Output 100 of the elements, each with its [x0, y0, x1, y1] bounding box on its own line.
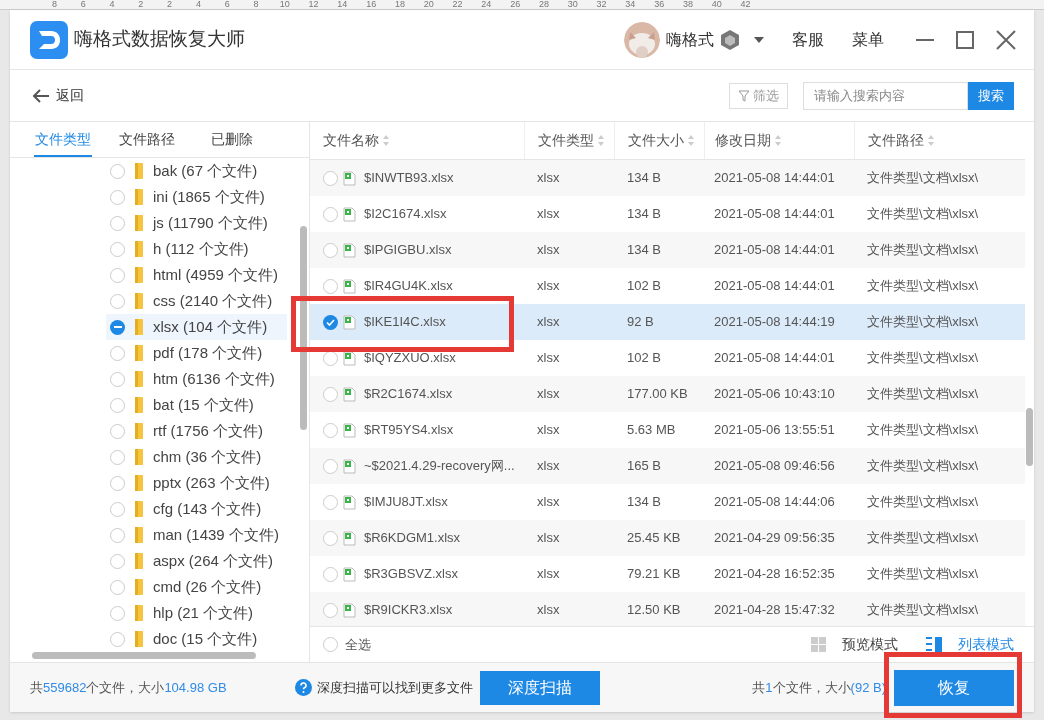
file-type-item[interactable]: doc (15 个文件): [106, 626, 287, 648]
file-type-item[interactable]: hlp (21 个文件): [106, 600, 287, 626]
file-type-item[interactable]: bak (67 个文件): [106, 158, 287, 184]
file-type-item[interactable]: js (11790 个文件): [106, 210, 287, 236]
radio-button[interactable]: [323, 494, 338, 510]
file-type-item[interactable]: chm (36 个文件): [106, 444, 287, 470]
sort-icon[interactable]: [688, 135, 694, 146]
radio-button[interactable]: [323, 278, 338, 294]
file-type-item[interactable]: man (1439 个文件): [106, 522, 287, 548]
user-name[interactable]: 嗨格式: [666, 27, 714, 52]
radio-button[interactable]: [323, 170, 338, 186]
file-type-item[interactable]: pdf (178 个文件): [106, 340, 287, 366]
column-header[interactable]: 文件路径: [854, 122, 1025, 159]
maximize-icon[interactable]: [956, 30, 974, 49]
radio-button[interactable]: [323, 242, 338, 258]
radio-button[interactable]: [110, 267, 125, 283]
radio-button[interactable]: [110, 189, 125, 205]
minimize-icon[interactable]: [916, 38, 934, 41]
radio-button[interactable]: [110, 319, 125, 335]
file-row[interactable]: $INWTB93.xlsx xlsx 134 B 2021-05-08 14:44:01 文件类型\文档\xlsx\: [310, 160, 1025, 196]
column-header[interactable]: 文件类型: [524, 122, 614, 159]
folder-icon: [135, 189, 143, 205]
radio-button[interactable]: [323, 530, 338, 546]
radio-button[interactable]: [323, 422, 338, 438]
menu-link[interactable]: 客服: [792, 27, 824, 52]
radio-button[interactable]: [110, 475, 125, 491]
radio-button[interactable]: [110, 423, 125, 439]
radio-button[interactable]: [110, 527, 125, 543]
sort-icon[interactable]: [383, 135, 389, 146]
file-type-item[interactable]: rtf (1756 个文件): [106, 418, 287, 444]
select-all-checkbox[interactable]: 全选: [323, 634, 371, 655]
radio-button[interactable]: [323, 458, 338, 474]
radio-button[interactable]: [110, 501, 125, 517]
table-cell: 文件类型\文档\xlsx\: [867, 242, 979, 258]
file-type-item[interactable]: bat (15 个文件): [106, 392, 287, 418]
folder-icon: [135, 319, 143, 335]
radio-button[interactable]: [110, 579, 125, 595]
file-row[interactable]: $IPGIGBU.xlsx xlsx 134 B 2021-05-08 14:44:01 文件类型\文档\xlsx\: [310, 232, 1025, 268]
back-button[interactable]: 返回: [32, 85, 84, 106]
file-row[interactable]: $R6KDGM1.xlsx xlsx 25.45 KB 2021-04-29 09:56:35 文件类型\文档\xlsx\: [310, 520, 1025, 556]
folder-icon: [135, 527, 143, 543]
close-icon[interactable]: [996, 29, 1016, 50]
file-type-item[interactable]: ini (1865 个文件): [106, 184, 287, 210]
file-type-item[interactable]: cmd (26 个文件): [106, 574, 287, 600]
spreadsheet-file-icon: [343, 602, 356, 618]
radio-button[interactable]: [110, 293, 125, 309]
deep-scan-button[interactable]: 深度扫描: [479, 670, 600, 705]
file-row[interactable]: $R9ICKR3.xlsx xlsx 12.50 KB 2021-04-28 15:47:32 文件类型\文档\xlsx\: [310, 592, 1025, 626]
sidebar-tab[interactable]: 文件类型: [34, 123, 92, 157]
radio-button[interactable]: [323, 602, 338, 618]
search-button[interactable]: 搜索: [968, 81, 1014, 110]
radio-button[interactable]: [323, 386, 338, 402]
file-row[interactable]: $R2C1674.xlsx xlsx 177.00 KB 2021-05-06 10:43:10 文件类型\文档\xlsx\: [310, 376, 1025, 412]
radio-button[interactable]: [110, 631, 125, 647]
radio-button[interactable]: [110, 163, 125, 179]
radio-button[interactable]: [110, 449, 125, 465]
radio-button[interactable]: [110, 371, 125, 387]
radio-button[interactable]: [323, 566, 338, 582]
file-type-item[interactable]: pptx (263 个文件): [106, 470, 287, 496]
horizontal-scrollbar[interactable]: [32, 651, 256, 659]
radio-button[interactable]: [110, 397, 125, 413]
menu-link[interactable]: 菜单: [852, 27, 884, 52]
recover-button[interactable]: 恢复: [894, 669, 1014, 706]
ruler-number: 2: [137, 0, 145, 9]
column-header[interactable]: 修改日期: [704, 122, 854, 159]
column-header[interactable]: 文件大小: [614, 122, 704, 159]
radio-button[interactable]: [110, 241, 125, 257]
ruler-number: 30: [566, 0, 579, 9]
view-mode-button[interactable]: 预览模式: [811, 634, 898, 655]
caret-icon[interactable]: [754, 36, 764, 43]
radio-button[interactable]: [110, 215, 125, 231]
radio-button[interactable]: [110, 345, 125, 361]
file-type-item[interactable]: cfg (143 个文件): [106, 496, 287, 522]
file-type-item[interactable]: css (2140 个文件): [106, 288, 287, 314]
table-scrollbar[interactable]: [1026, 408, 1033, 466]
radio-button[interactable]: [110, 605, 125, 621]
vertical-scrollbar[interactable]: [300, 226, 307, 430]
radio-button[interactable]: [323, 206, 338, 222]
radio-button[interactable]: [110, 553, 125, 569]
file-type-label: pptx (263 个文件): [153, 472, 270, 493]
file-type-item[interactable]: h (112 个文件): [106, 236, 287, 262]
file-type-item[interactable]: htm (6136 个文件): [106, 366, 287, 392]
file-row[interactable]: $IKE1I4C.xlsx xlsx 92 B 2021-05-08 14:44:19 文件类型\文档\xlsx\: [310, 304, 1025, 340]
table-cell: 25.45 KB: [627, 530, 681, 546]
sort-icon[interactable]: [598, 135, 604, 146]
view-mode-button[interactable]: 列表模式: [926, 634, 1014, 655]
file-type-item[interactable]: xlsx (104 个文件): [106, 314, 287, 340]
ruler-number: 26: [509, 0, 522, 9]
column-header[interactable]: 文件名称: [310, 122, 524, 159]
file-type-item[interactable]: html (4959 个文件): [106, 262, 287, 288]
sort-icon[interactable]: [928, 135, 934, 146]
sort-icon[interactable]: [775, 135, 781, 146]
sidebar-tab[interactable]: 已删除: [210, 123, 254, 157]
sidebar-tab[interactable]: 文件路径: [118, 123, 176, 157]
file-row[interactable]: ~$2021.4.29-recovery网... xlsx 165 B 2021-05-08 09:46:56 文件类型\文档\xlsx\: [310, 448, 1025, 484]
search-field[interactable]: 请输入搜索内容: [803, 81, 968, 110]
file-type-item[interactable]: aspx (264 个文件): [106, 548, 287, 574]
radio-button[interactable]: [323, 314, 338, 330]
table-cell: xlsx: [537, 278, 560, 294]
file-type-label: doc (15 个文件): [153, 628, 258, 648]
